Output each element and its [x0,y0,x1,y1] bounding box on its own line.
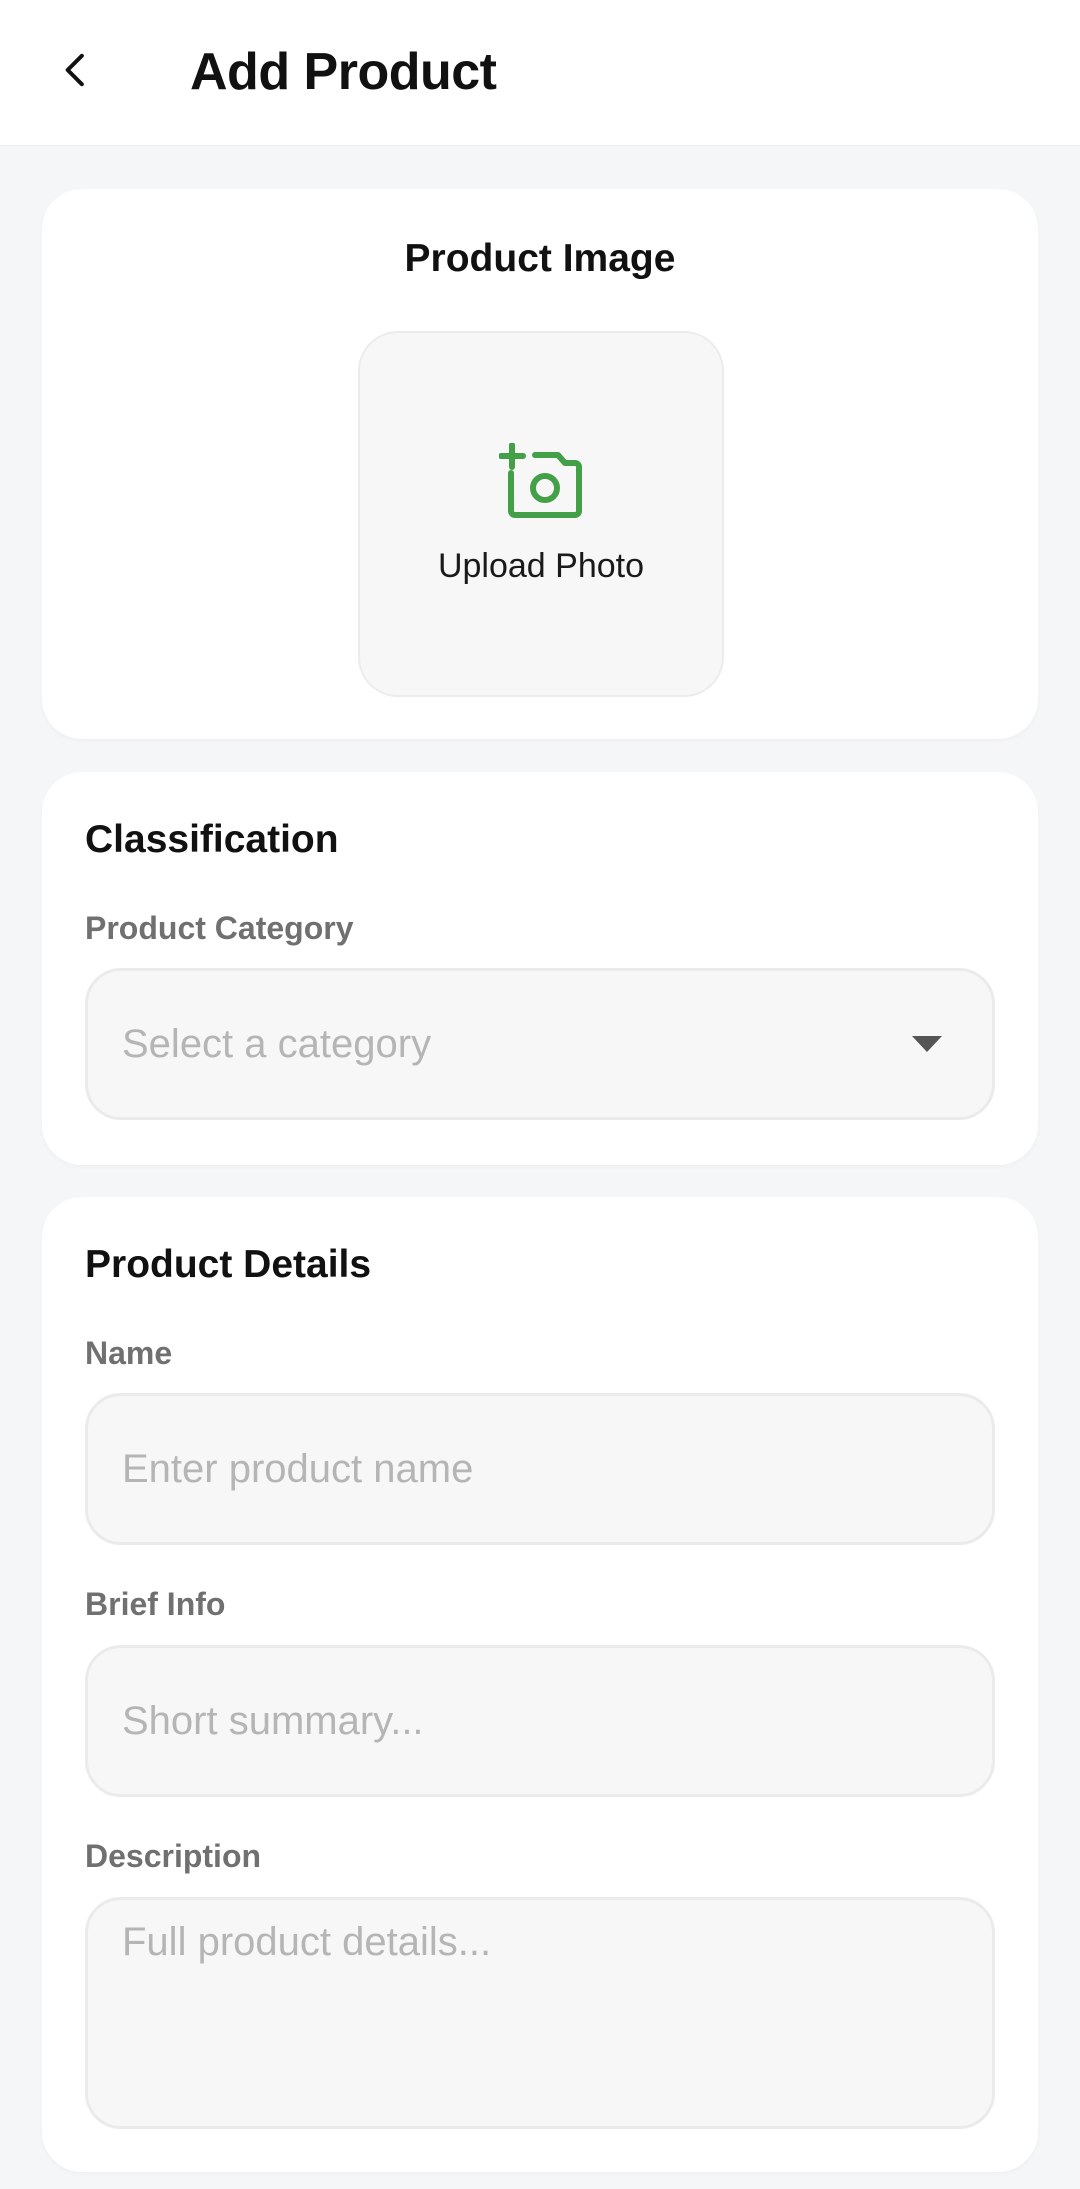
category-placeholder: Select a category [122,1021,432,1066]
upload-photo-button[interactable]: Upload Photo [358,331,724,697]
brief-info-label: Brief Info [85,1586,226,1622]
back-button[interactable] [44,40,108,104]
add-a-photo-icon [499,442,583,519]
product-details-title: Product Details [85,1243,372,1286]
product-name-input[interactable] [85,1393,995,1545]
product-image-title: Product Image [404,237,676,280]
app-bar: Add Product [0,0,1080,146]
classification-title: Classification [85,818,339,861]
chevron-left-icon [56,50,96,95]
brief-info-input[interactable] [85,1645,995,1797]
description-label: Description [85,1838,262,1874]
page-title: Add Product [190,43,497,101]
product-image-card: Product Image Upload Photo [42,189,1038,739]
product-details-card: Product Details Name Brief Info Descript… [42,1197,1038,2172]
name-label: Name [85,1335,173,1371]
classification-card: Classification Product Category Select a… [42,772,1038,1165]
caret-down-icon [910,1034,958,1054]
description-textarea[interactable] [85,1897,995,2129]
product-category-select[interactable]: Select a category [85,968,995,1120]
product-category-label: Product Category [85,910,354,946]
upload-photo-label: Upload Photo [437,546,645,585]
